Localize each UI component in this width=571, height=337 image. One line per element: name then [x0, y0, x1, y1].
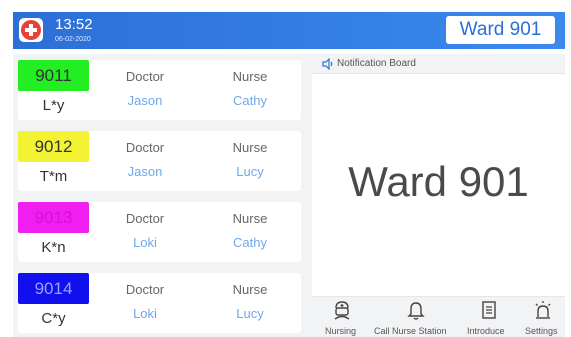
nurse-label: Nurse	[232, 69, 268, 84]
nurse-label: Nurse	[232, 282, 268, 297]
bed-card[interactable]: 9013 K*n Doctor Loki Nurse Cathy	[18, 202, 301, 262]
doctor-label: Doctor	[125, 211, 165, 226]
notification-title: Notification Board	[337, 58, 416, 69]
clock-time: 13:52	[55, 16, 93, 33]
top-bar: 13:52 06-02-2020 Ward 901	[13, 12, 565, 49]
nav-call-nurse-station[interactable]: Call Nurse Station	[374, 297, 458, 337]
nav-nursing-label: Nursing	[325, 326, 357, 336]
nurse-icon	[334, 301, 350, 320]
patient-name: C*y	[41, 310, 66, 327]
bell-icon	[407, 302, 425, 320]
bed-list: 9011 L*y Doctor Jason Nurse Cathy 9012 T…	[13, 54, 312, 337]
nav-settings-label: Settings	[525, 326, 558, 336]
doctor-label: Doctor	[125, 282, 165, 297]
speaker-icon	[322, 57, 334, 75]
doctor-name: Jason	[127, 93, 163, 108]
nurse-name: Lucy	[236, 164, 264, 179]
nav-nursing[interactable]: Nursing	[320, 297, 364, 337]
nav-introduce-label: Introduce	[467, 326, 505, 336]
doctor-label: Doctor	[125, 69, 165, 84]
doctor-label: Doctor	[125, 140, 165, 155]
nav-settings[interactable]: Settings	[521, 297, 565, 337]
nurse-name: Cathy	[233, 235, 267, 250]
nurse-name: Cathy	[233, 93, 267, 108]
bed-card[interactable]: 9014 C*y Doctor Loki Nurse Lucy	[18, 273, 301, 333]
doctor-name: Loki	[133, 235, 157, 250]
nav-call-nurse-station-label: Call Nurse Station	[374, 326, 447, 336]
bed-number: 9014	[18, 273, 89, 304]
notification-header: Notification Board	[312, 54, 565, 74]
bed-number: 9013	[18, 202, 89, 233]
bed-number: 9012	[18, 131, 89, 162]
bottom-nav: Nursing Call Nurse Station Introduce Set…	[312, 296, 565, 337]
notification-content: Ward 901	[348, 158, 529, 205]
nav-introduce[interactable]: Introduce	[464, 297, 514, 337]
clock-date: 06-02-2020	[55, 36, 91, 43]
patient-name: T*m	[39, 168, 68, 185]
bed-card[interactable]: 9012 T*m Doctor Jason Nurse Lucy	[18, 131, 301, 191]
bed-number: 9011	[18, 60, 89, 91]
patient-name: L*y	[42, 97, 65, 114]
document-icon	[482, 301, 496, 319]
nurse-label: Nurse	[232, 211, 268, 226]
alarm-light-icon	[535, 301, 551, 319]
nurse-label: Nurse	[232, 140, 268, 155]
doctor-name: Jason	[127, 164, 163, 179]
nurse-name: Lucy	[236, 306, 264, 321]
doctor-name: Loki	[133, 306, 157, 321]
ward-button[interactable]: Ward 901	[446, 16, 555, 44]
bed-card[interactable]: 9011 L*y Doctor Jason Nurse Cathy	[18, 60, 301, 120]
patient-name: K*n	[41, 239, 66, 256]
medical-cross-icon	[19, 18, 43, 42]
notification-panel: Notification Board Ward 901 Nursing Call…	[312, 54, 565, 337]
